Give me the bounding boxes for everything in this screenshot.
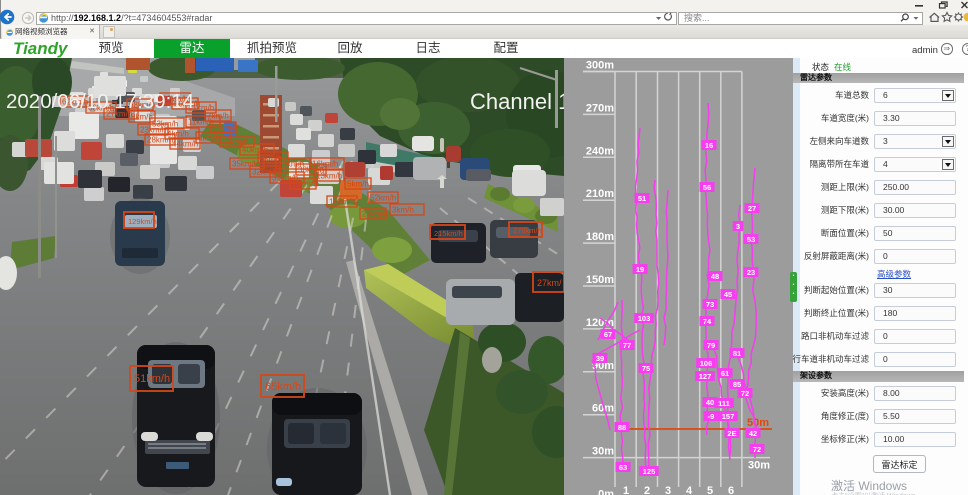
svg-text:74: 74 [703, 317, 712, 326]
svg-text:106: 106 [700, 359, 713, 368]
svg-text:6km/h: 6km/h [198, 134, 220, 143]
svg-text:0m: 0m [598, 489, 614, 495]
svg-text:52km/h: 52km/h [370, 194, 396, 203]
svg-text:51km/h: 51km/h [134, 373, 170, 385]
svg-text:11km/h: 11km/h [292, 180, 318, 189]
svg-text:77: 77 [623, 341, 631, 350]
svg-text:44km/h: 44km/h [172, 140, 198, 149]
svg-text:129km/h: 129km/h [128, 217, 157, 226]
svg-text:13km/h: 13km/h [316, 172, 342, 181]
svg-text:5km/h: 5km/h [347, 180, 369, 189]
svg-text:7km/h: 7km/h [207, 112, 229, 121]
svg-text:40: 40 [706, 398, 714, 407]
svg-text:75: 75 [642, 364, 650, 373]
svg-text:157: 157 [722, 412, 735, 421]
svg-text:-9: -9 [708, 412, 715, 421]
svg-text:30m: 30m [748, 460, 770, 472]
svg-text:3km/h: 3km/h [392, 206, 414, 215]
svg-text:28km/h: 28km/h [147, 136, 173, 145]
svg-text:2E: 2E [727, 429, 736, 438]
svg-text:16km/h: 16km/h [329, 198, 355, 207]
svg-text:5: 5 [707, 485, 713, 495]
svg-text:29km/h: 29km/h [362, 210, 388, 219]
svg-text:3: 3 [665, 485, 671, 495]
svg-text:150m: 150m [586, 274, 614, 286]
svg-text:16km/h: 16km/h [312, 160, 338, 169]
svg-text:Channel 1: Channel 1 [470, 89, 564, 114]
svg-text:63: 63 [619, 463, 627, 472]
svg-text:27km/: 27km/ [537, 278, 562, 288]
svg-text:88: 88 [618, 423, 626, 432]
svg-text:23: 23 [747, 268, 755, 277]
svg-text:180m: 180m [586, 231, 614, 243]
svg-text:61: 61 [721, 369, 729, 378]
svg-text:79: 79 [707, 341, 715, 350]
svg-text:125: 125 [643, 467, 656, 476]
svg-text:2: 2 [644, 485, 650, 495]
svg-text:111: 111 [718, 399, 730, 408]
svg-text:127: 127 [699, 372, 712, 381]
svg-text:270m: 270m [586, 102, 614, 114]
svg-text:2020/06/10 17:39:14: 2020/06/10 17:39:14 [6, 90, 194, 113]
svg-text:6: 6 [728, 485, 734, 495]
svg-text:51: 51 [638, 194, 646, 203]
svg-text:39: 39 [596, 354, 604, 363]
svg-text:73: 73 [706, 300, 714, 309]
svg-text:16: 16 [705, 141, 713, 150]
svg-text:85: 85 [733, 380, 741, 389]
svg-text:240m: 240m [586, 145, 614, 157]
svg-text:270km/h: 270km/h [513, 226, 542, 235]
svg-text:72: 72 [741, 389, 749, 398]
svg-text:45: 45 [724, 290, 732, 299]
svg-text:215km/h: 215km/h [434, 229, 463, 238]
svg-text:30m: 30m [592, 446, 614, 458]
svg-text:56: 56 [703, 183, 711, 192]
svg-text:4: 4 [686, 485, 693, 495]
svg-text:81: 81 [733, 349, 741, 358]
svg-text:48: 48 [711, 272, 719, 281]
svg-text:65km/h: 65km/h [265, 381, 301, 393]
svg-text:3: 3 [736, 222, 740, 231]
svg-text:33km/h: 33km/h [212, 124, 238, 133]
svg-text:103: 103 [638, 314, 651, 323]
svg-text:http://192.168.1.2/?t=47346045: http://192.168.1.2/?t=4734604553#radar [51, 13, 212, 23]
svg-text:300m: 300m [586, 60, 614, 72]
svg-text:210m: 210m [586, 188, 614, 200]
svg-text:23km/h: 23km/h [140, 126, 166, 135]
svg-text:67: 67 [604, 330, 612, 339]
svg-text:1: 1 [623, 485, 629, 495]
svg-text:19: 19 [636, 265, 644, 274]
